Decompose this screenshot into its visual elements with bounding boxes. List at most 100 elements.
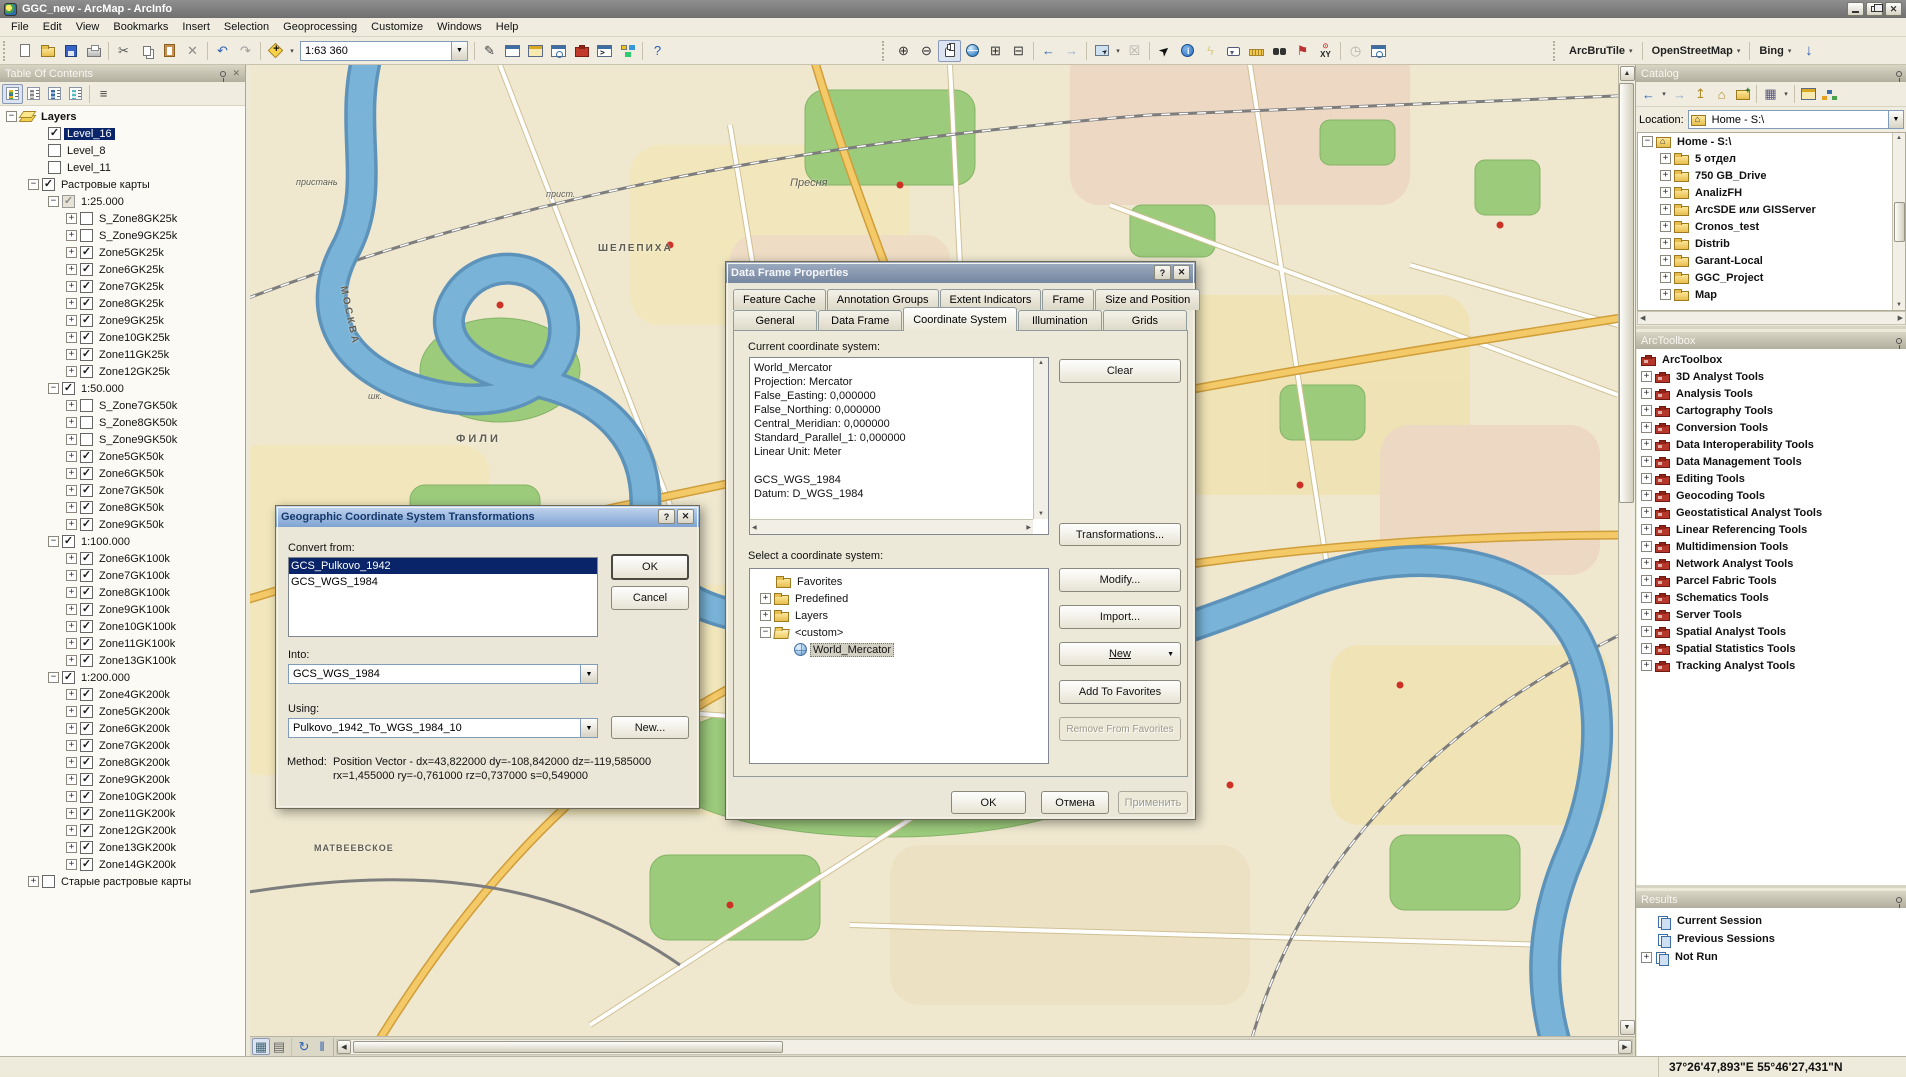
visibility-checkbox[interactable]: ✓ bbox=[80, 722, 93, 735]
toc-layer-item[interactable]: +✓Zone13GK100k bbox=[0, 652, 245, 669]
expand-icon[interactable]: + bbox=[66, 553, 77, 564]
visibility-checkbox[interactable] bbox=[80, 416, 93, 429]
forward-button[interactable]: → bbox=[1669, 84, 1690, 104]
arcbrutile-menu-button[interactable]: ArcBruTile▾ bbox=[1563, 43, 1639, 59]
toc-layer-item[interactable]: +✓Zone14GK200k bbox=[0, 856, 245, 873]
catalog-hscroll[interactable]: ◀▶ bbox=[1637, 311, 1906, 325]
pause-button[interactable]: ‖ bbox=[313, 1038, 331, 1055]
expand-icon[interactable]: + bbox=[760, 593, 771, 604]
toc-layer-item[interactable]: +✓Zone8GK100k bbox=[0, 584, 245, 601]
tab-coordinate-system[interactable]: Coordinate System bbox=[903, 307, 1017, 331]
chevron-down-icon[interactable]: ▼ bbox=[580, 719, 597, 737]
pin-icon[interactable] bbox=[220, 71, 226, 77]
visibility-checkbox[interactable]: ✓ bbox=[80, 501, 93, 514]
forward-button[interactable]: → bbox=[1060, 40, 1083, 62]
expand-icon[interactable]: + bbox=[28, 876, 39, 887]
catalog-vscroll[interactable]: ▲▼ bbox=[1892, 133, 1905, 310]
visibility-checkbox[interactable]: ✓ bbox=[80, 552, 93, 565]
current-cs-box[interactable]: World_Mercator Projection: Mercator Fals… bbox=[749, 357, 1049, 535]
paste-button[interactable] bbox=[158, 40, 181, 62]
fixed-zoom-out-button[interactable]: ⊟ bbox=[1007, 40, 1030, 62]
visibility-checkbox[interactable]: ✓ bbox=[42, 178, 55, 191]
home-button[interactable]: ⌂ bbox=[1711, 84, 1732, 104]
pan-button[interactable] bbox=[938, 40, 961, 62]
toolbox-item[interactable]: +Network Analyst Tools bbox=[1637, 555, 1906, 572]
add-data-button[interactable] bbox=[264, 40, 287, 62]
toc-window-button[interactable] bbox=[501, 40, 524, 62]
toc-layer-item[interactable]: +✓Zone7GK200k bbox=[0, 737, 245, 754]
options-button[interactable]: ≡ bbox=[93, 84, 114, 104]
list-selection-button[interactable] bbox=[65, 84, 86, 104]
toolbox-item[interactable]: +Spatial Statistics Tools bbox=[1637, 640, 1906, 657]
visibility-checkbox[interactable]: ✓ bbox=[80, 603, 93, 616]
clear-button[interactable]: Clear bbox=[1059, 359, 1181, 383]
visibility-checkbox[interactable]: ✓ bbox=[80, 263, 93, 276]
toc-layer-item[interactable]: +✓Zone6GK50k bbox=[0, 465, 245, 482]
expand-icon[interactable]: + bbox=[66, 655, 77, 666]
expand-icon[interactable]: + bbox=[66, 740, 77, 751]
menu-file[interactable]: File bbox=[4, 19, 36, 35]
expand-icon[interactable]: + bbox=[1641, 456, 1652, 467]
catalog-folder-item[interactable]: +ArcSDE или GISServer bbox=[1638, 201, 1905, 218]
expand-icon[interactable]: + bbox=[1660, 204, 1671, 215]
toolbar-grip[interactable] bbox=[1553, 41, 1557, 61]
go-to-xy-button[interactable]: XY bbox=[1314, 40, 1337, 62]
pin-icon[interactable] bbox=[1896, 71, 1902, 77]
expand-icon[interactable]: + bbox=[66, 349, 77, 360]
visibility-checkbox[interactable] bbox=[48, 144, 61, 157]
visibility-checkbox[interactable]: ✓ bbox=[80, 654, 93, 667]
toc-layer-item[interactable]: −Layers bbox=[0, 108, 245, 125]
catalog-folder-item[interactable]: +AnalizFH bbox=[1638, 184, 1905, 201]
coordinate-system-tree[interactable]: Favorites+Predefined+Layers−<custom>Worl… bbox=[749, 568, 1049, 764]
visibility-checkbox[interactable]: ✓ bbox=[80, 586, 93, 599]
convert-from-option[interactable]: GCS_Pulkovo_1942 bbox=[289, 558, 597, 574]
toc-layer-item[interactable]: +✓Zone6GK25k bbox=[0, 261, 245, 278]
expand-icon[interactable]: + bbox=[1660, 238, 1671, 249]
toolbox-item[interactable]: +Cartography Tools bbox=[1637, 402, 1906, 419]
new-connection-button[interactable] bbox=[1798, 84, 1819, 104]
select-features-button[interactable] bbox=[1090, 40, 1113, 62]
map-horizontal-scrollbar[interactable]: ◀ ▶ bbox=[336, 1039, 1633, 1055]
expand-icon[interactable]: + bbox=[1660, 289, 1671, 300]
visibility-checkbox[interactable]: ✓ bbox=[62, 382, 75, 395]
up-one-level-button[interactable]: ↥ bbox=[1690, 84, 1711, 104]
cs-box-vscroll[interactable]: ▲▼ bbox=[1033, 358, 1048, 519]
expand-icon[interactable]: + bbox=[66, 757, 77, 768]
results-item[interactable]: Current Session bbox=[1637, 912, 1906, 930]
model-builder-button[interactable] bbox=[616, 40, 639, 62]
tab-size-and-position[interactable]: Size and Position bbox=[1095, 289, 1200, 310]
dfp-cancel-button[interactable]: Отмена bbox=[1041, 791, 1109, 814]
visibility-checkbox[interactable] bbox=[80, 433, 93, 446]
restore-button[interactable] bbox=[1866, 2, 1883, 16]
visibility-checkbox[interactable]: ✓ bbox=[80, 807, 93, 820]
coordinate-system-item[interactable]: +Layers bbox=[750, 607, 1048, 624]
connect-to-folder-button[interactable] bbox=[1732, 84, 1753, 104]
toolbox-item[interactable]: +Server Tools bbox=[1637, 606, 1906, 623]
toolbox-item[interactable]: +Schematics Tools bbox=[1637, 589, 1906, 606]
zoom-out-button[interactable]: ⊖ bbox=[915, 40, 938, 62]
expand-icon[interactable]: + bbox=[1641, 371, 1652, 382]
map-scale-combo[interactable]: 1:63 360▼ bbox=[300, 41, 468, 61]
visibility-checkbox[interactable]: ✓ bbox=[80, 314, 93, 327]
catalog-folder-item[interactable]: +5 отдел bbox=[1638, 150, 1905, 167]
expand-icon[interactable]: + bbox=[66, 400, 77, 411]
expand-icon[interactable]: + bbox=[66, 842, 77, 853]
tree-view-button[interactable] bbox=[1819, 84, 1840, 104]
full-extent-button[interactable] bbox=[961, 40, 984, 62]
expand-icon[interactable]: + bbox=[66, 604, 77, 615]
visibility-checkbox[interactable]: ✓ bbox=[80, 705, 93, 718]
visibility-checkbox[interactable]: ✓ bbox=[80, 467, 93, 480]
visibility-checkbox[interactable]: ✓ bbox=[80, 348, 93, 361]
refresh-button[interactable]: ↻ bbox=[295, 1038, 313, 1055]
save-button[interactable] bbox=[59, 40, 82, 62]
dfp-apply-button[interactable]: Применить bbox=[1118, 791, 1188, 814]
gcst-cancel-button[interactable]: Cancel bbox=[611, 586, 689, 610]
expand-icon[interactable]: + bbox=[66, 451, 77, 462]
expand-icon[interactable]: + bbox=[1641, 575, 1652, 586]
coordinate-system-item[interactable]: World_Mercator bbox=[750, 641, 1048, 658]
expand-icon[interactable]: + bbox=[1660, 187, 1671, 198]
visibility-checkbox[interactable]: ✓ bbox=[80, 841, 93, 854]
pin-icon[interactable] bbox=[1896, 338, 1902, 344]
time-slider-button[interactable]: ◷ bbox=[1344, 40, 1367, 62]
list-source-button[interactable] bbox=[23, 84, 44, 104]
